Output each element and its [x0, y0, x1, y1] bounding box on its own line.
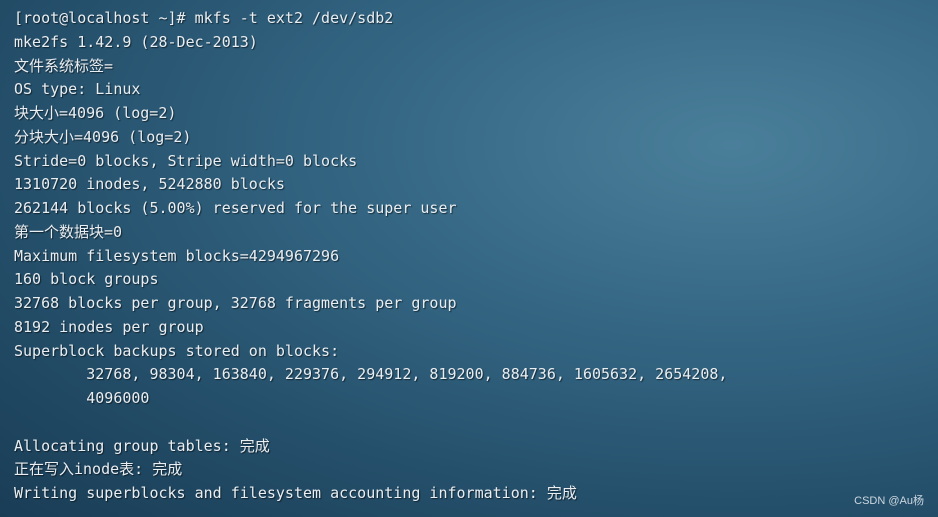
terminal-line-command: [root@localhost ~]# mkfs -t ext2 /dev/sd…	[14, 9, 394, 27]
terminal-line: OS type: Linux	[14, 80, 141, 99]
terminal-line-blank	[14, 411, 727, 435]
terminal-line: Allocating group tables: 完成	[14, 436, 270, 455]
terminal-line: 4096000	[14, 389, 150, 407]
terminal-line: Writing superblocks and filesystem accou…	[14, 484, 577, 502]
terminal-line: 文件系统标签=	[14, 56, 114, 75]
terminal-line: Superblock backups stored on blocks:	[14, 341, 340, 360]
terminal-line: 8192 inodes per group	[14, 317, 204, 336]
terminal-line: 第一个数据块=0	[14, 222, 123, 241]
terminal-window[interactable]: [root@localhost ~]# mkfs -t ext2 /dev/sd…	[0, 0, 938, 517]
terminal-line: 262144 blocks (5.00%) reserved for the s…	[14, 199, 457, 217]
terminal-line: Stride=0 blocks, Stripe width=0 blocks	[14, 151, 358, 170]
terminal-line: 32768 blocks per group, 32768 fragments …	[14, 294, 457, 312]
terminal-line: 正在写入inode表: 完成	[14, 460, 183, 479]
terminal-line: 32768, 98304, 163840, 229376, 294912, 81…	[14, 365, 728, 384]
terminal-output: [root@localhost ~]# mkfs -t ext2 /dev/sd…	[14, 7, 727, 506]
csdn-watermark: CSDN @Au杨	[854, 495, 924, 507]
terminal-line: 分块大小=4096 (log=2)	[14, 127, 192, 146]
terminal-line: 160 block groups	[14, 270, 159, 289]
terminal-line: mke2fs 1.42.9 (28-Dec-2013)	[14, 32, 258, 51]
terminal-line: 块大小=4096 (log=2)	[14, 104, 177, 122]
terminal-line: 1310720 inodes, 5242880 blocks	[14, 175, 285, 194]
terminal-line: Maximum filesystem blocks=4294967296	[14, 246, 340, 265]
